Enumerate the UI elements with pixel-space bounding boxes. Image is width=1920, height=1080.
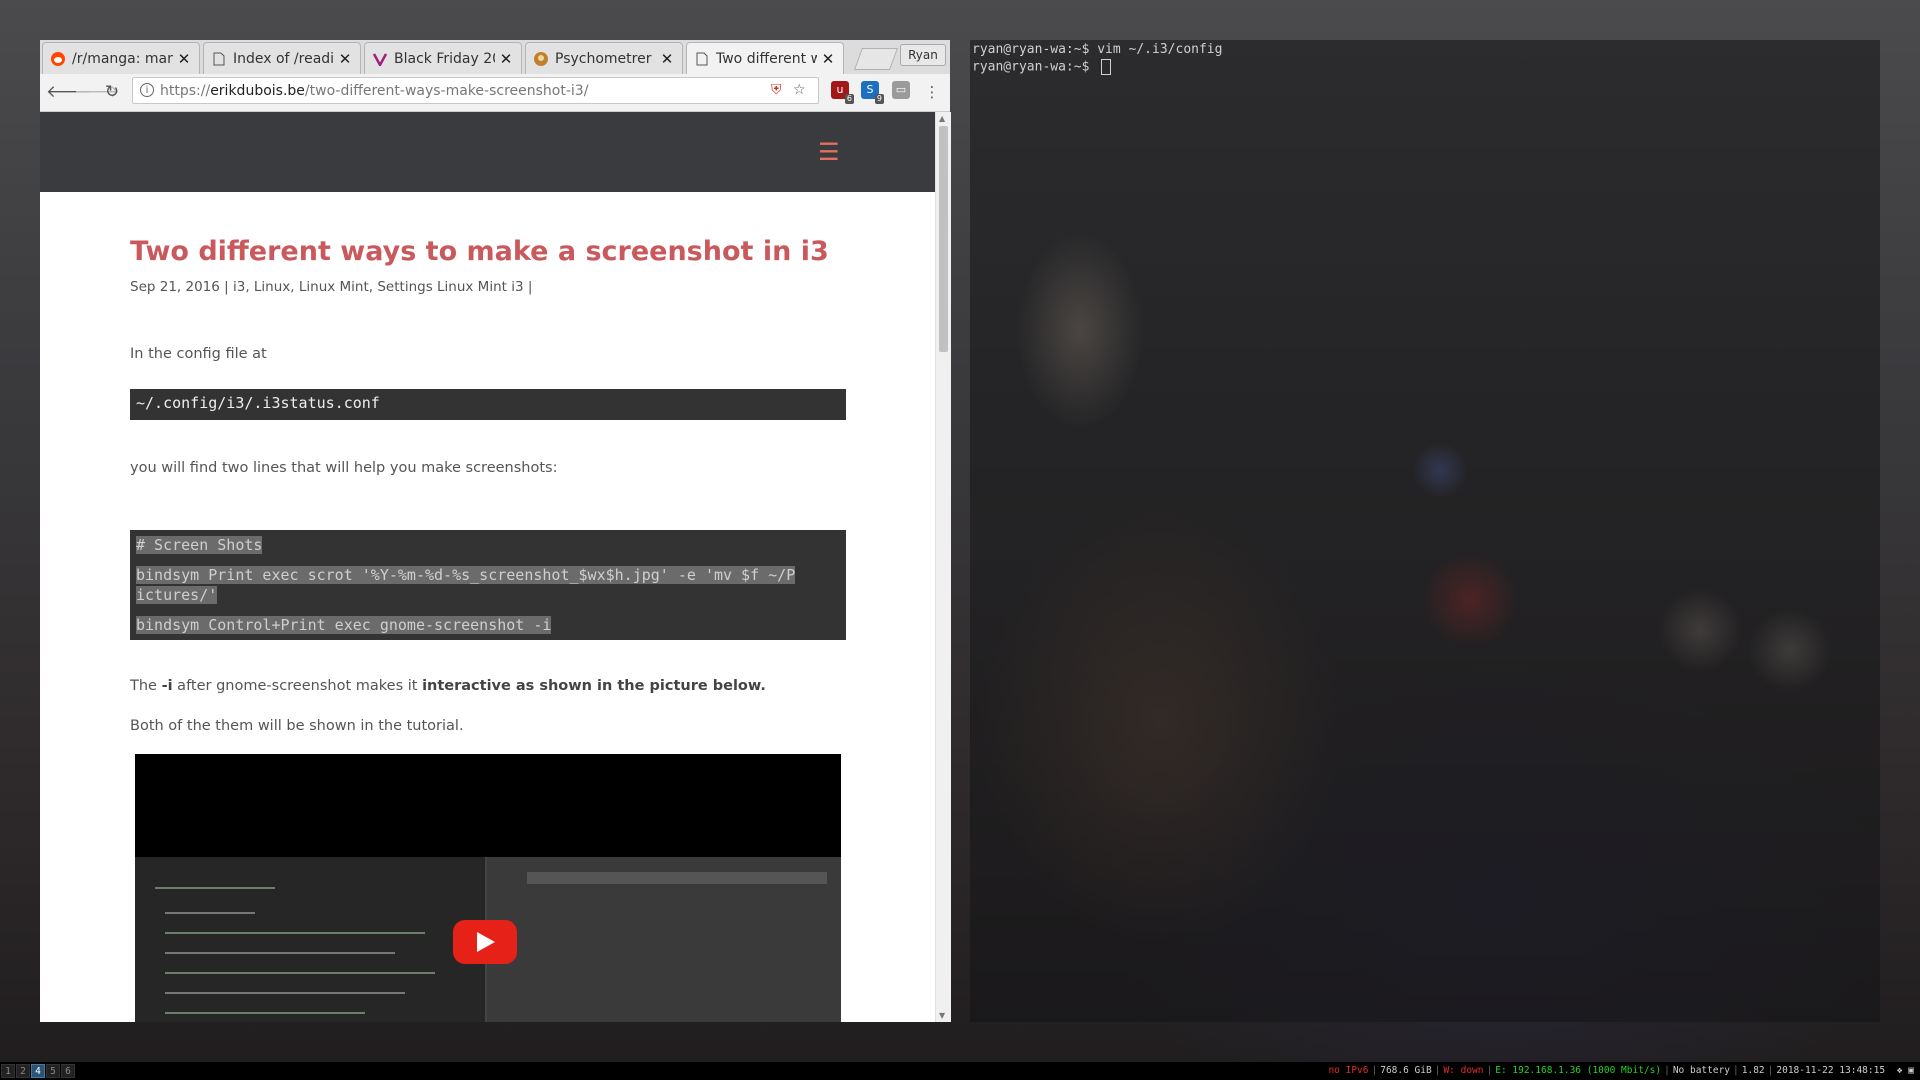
info-icon[interactable]: i [140,83,154,97]
terminal-line: ryan@ryan-wa:~$ vim ~/.i3/config [972,42,1223,57]
code-line: bindsym Print exec scrot '%Y-%m-%d-%s_sc… [136,566,796,584]
page-viewport: ☰ Two different ways to make a screensho… [40,112,935,1022]
tab-reddit-manga[interactable]: /r/manga: manga ✕ [42,42,200,74]
ethernet-status: E: 192.168.1.36 (1000 Mbit/s) [1495,1065,1662,1076]
ipv6-status: no IPv6 [1328,1065,1369,1076]
disk-status: 768.6 GiB [1380,1065,1432,1076]
avatar-icon [534,51,548,66]
tab-black-friday[interactable]: Black Friday 2018 ✕ [364,42,522,74]
paragraph: you will find two lines that will help y… [130,460,558,476]
new-tab-button[interactable] [853,48,899,70]
page-icon [212,52,226,66]
workspace-2-button[interactable]: 2 [16,1064,30,1078]
close-icon[interactable]: ✕ [338,50,352,68]
url-text: https://erikdubois.be/two-different-ways… [160,83,589,99]
close-icon[interactable]: ✕ [821,50,835,68]
workspace-6-button[interactable]: 6 [61,1064,75,1078]
page-icon [695,52,709,66]
tray-dropbox-icon[interactable]: ❖ [1897,1065,1903,1076]
forward-button[interactable]: 🡒 [74,82,120,102]
address-bar[interactable]: i https://erikdubois.be/two-different-wa… [132,77,819,104]
reddit-icon [51,51,65,66]
ublock-extension-icon[interactable]: u6 [831,81,854,104]
skype-extension-icon[interactable]: S9 [861,81,884,104]
reload-button[interactable]: ↻ [102,82,122,102]
article-title[interactable]: Two different ways to make a screenshot … [130,236,829,267]
site-header: ☰ [40,112,935,192]
code-block-config: # Screen Shots bindsym Print exec scrot … [130,530,846,640]
tab-index-reading[interactable]: Index of /reading ✕ [203,42,361,74]
star-icon[interactable]: ☆ [793,82,806,98]
tray-network-icon[interactable]: ▣ [1908,1065,1914,1076]
terminal-window[interactable]: ryan@ryan-wa:~$ vim ~/.i3/config ryan@ry… [970,40,1880,1022]
profile-button[interactable]: Ryan [900,44,946,66]
tab-psychometrer[interactable]: Psychometrer E ✕ [525,42,683,74]
tab-strip: /r/manga: manga ✕ Index of /reading ✕ Bl… [40,40,950,74]
workspace-1-button[interactable]: 1 [1,1064,15,1078]
brand-v-icon [373,52,387,66]
extension-icon[interactable]: ▭ [892,81,910,99]
close-icon[interactable]: ✕ [499,50,513,68]
shield-icon[interactable]: ⛨ [771,82,782,98]
youtube-play-button[interactable] [453,920,517,964]
tab-two-different-ways[interactable]: Two different w ✕ [686,42,844,74]
paragraph: Both of the them will be shown in the tu… [130,718,464,734]
terminal-prompt[interactable]: ryan@ryan-wa:~$ [972,59,1112,75]
status-line: no IPv6 | 768.6 GiB | W: down | E: 192.168.1.3… [1328,1065,1914,1076]
paragraph: In the config file at [130,346,267,362]
hamburger-menu-icon[interactable]: ☰ [818,138,840,166]
paragraph: The -i after gnome-screenshot makes it i… [130,678,766,694]
i3-status-bar: 1 2 4 5 6 no IPv6 | 768.6 GiB | W: down | E: 1… [0,1062,1920,1080]
datetime-status: 2018-11-22 13:48:15 [1776,1065,1886,1076]
tab-label: Two different w [716,50,817,67]
menu-icon[interactable]: ⋮ [922,82,942,102]
back-button[interactable]: 🡐 [46,82,92,102]
code-line: ictures/' [136,586,218,604]
scroll-down-arrow-icon[interactable]: ▼ [939,1011,945,1020]
article-meta: Sep 21, 2016 | i3, Linux, Linux Mint, Se… [130,279,533,295]
scrollbar-thumb[interactable] [939,126,948,352]
code-line: # Screen Shots [136,536,263,554]
battery-status: No battery [1672,1065,1731,1076]
load-status: 1.82 [1741,1065,1765,1076]
browser-toolbar: 🡐 🡒 ↻ i https://erikdubois.be/two-differ… [40,74,950,112]
youtube-video-embed[interactable] [135,754,841,1022]
tab-label: Black Friday 2018 [394,50,495,67]
close-icon[interactable]: ✕ [660,50,674,68]
page-scrollbar[interactable]: ▲ ▼ [935,112,951,1022]
tab-label: Psychometrer E [555,50,656,67]
scroll-up-arrow-icon[interactable]: ▲ [939,114,945,123]
code-line: bindsym Control+Print exec gnome-screens… [136,616,552,634]
workspace-5-button[interactable]: 5 [46,1064,60,1078]
tab-label: Index of /reading [233,50,334,67]
browser-window: /r/manga: manga ✕ Index of /reading ✕ Bl… [40,40,951,1022]
terminal-cursor [1101,59,1112,75]
wifi-status: W: down [1443,1065,1484,1076]
code-block-path: ~/.config/i3/.i3status.conf [130,389,846,420]
close-icon[interactable]: ✕ [177,50,191,68]
workspace-4-button[interactable]: 4 [31,1064,45,1078]
tab-label: /r/manga: manga [72,50,173,67]
